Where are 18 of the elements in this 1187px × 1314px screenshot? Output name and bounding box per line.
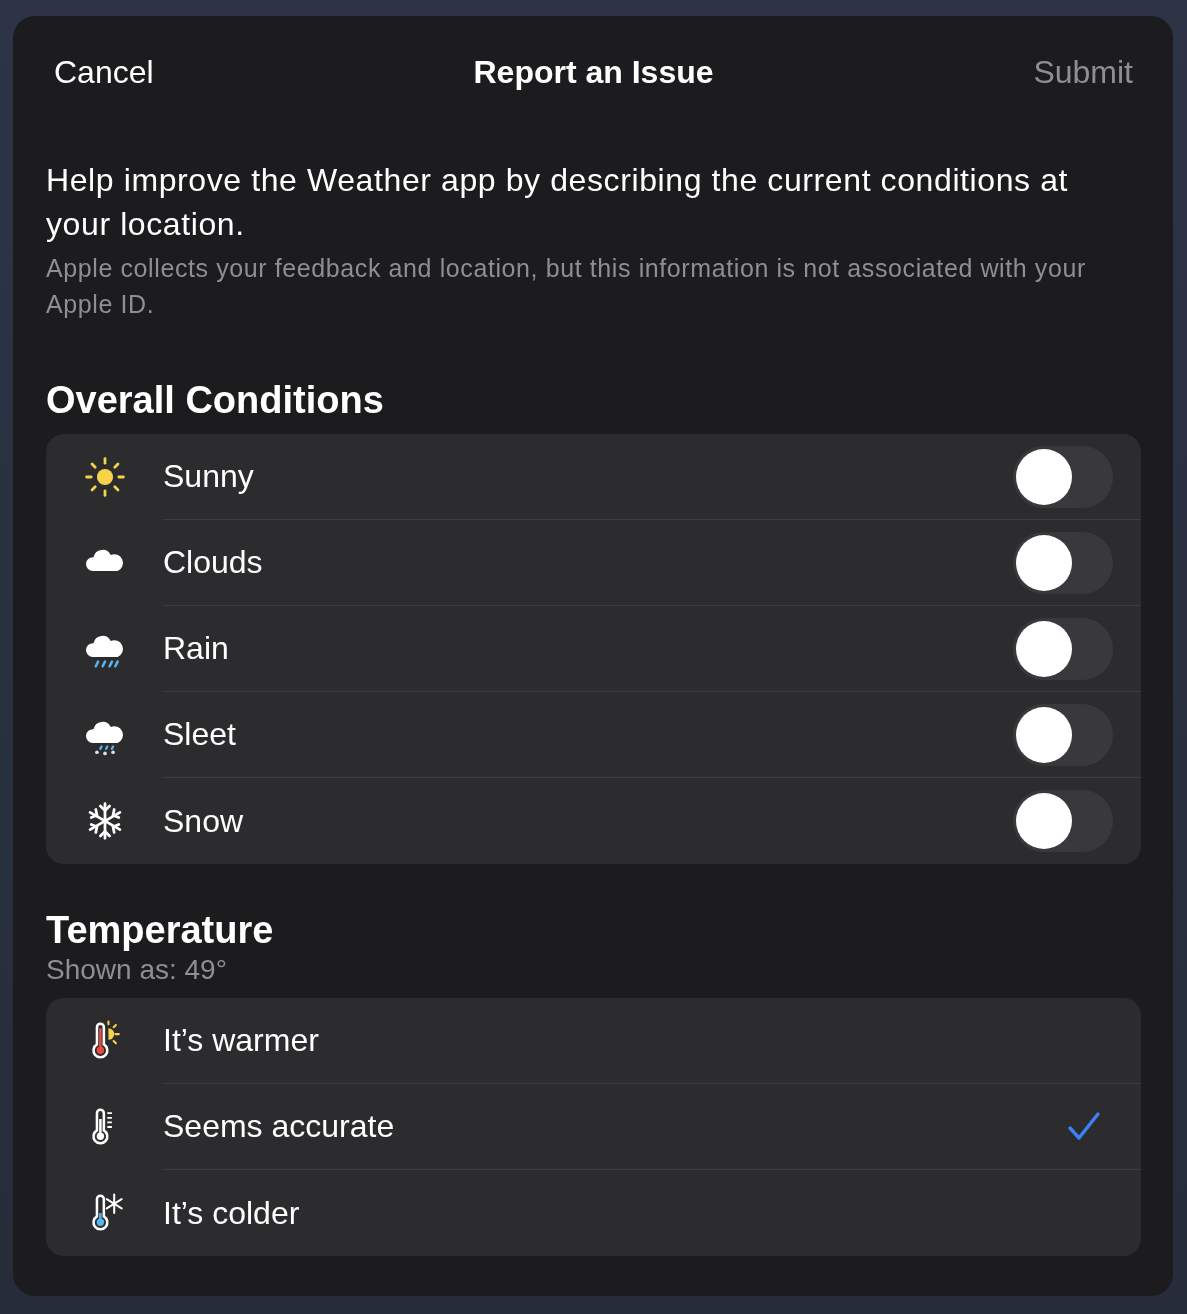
section-subtitle: Shown as: 49°: [46, 953, 228, 987]
cancel-button[interactable]: Cancel: [54, 53, 154, 91]
temperature-option[interactable]: It’s warmer: [163, 998, 1141, 1084]
condition-label: Sunny: [163, 458, 254, 495]
sheet-title: Report an Issue: [473, 53, 714, 91]
condition-label: Snow: [163, 802, 244, 840]
intro-text: Help improve the Weather app by describing the current conditions at your location.: [46, 161, 1070, 244]
temperature-option[interactable]: It’s colder: [163, 1170, 1141, 1256]
option-label: Seems accurate: [163, 1108, 395, 1145]
option-label: It’s warmer: [163, 1022, 319, 1059]
sun-icon: [82, 454, 128, 500]
section-heading: Temperature: [46, 908, 275, 952]
condition-label: Sleet: [163, 716, 236, 753]
condition-label: Rain: [163, 630, 229, 667]
privacy-note: Apple collects your feedback and location, but this information is not associated with your Apple ID.: [46, 253, 1087, 320]
condition-label: Clouds: [163, 544, 263, 581]
option-label: It’s colder: [163, 1194, 300, 1232]
section-heading: Overall Conditions: [46, 378, 385, 422]
